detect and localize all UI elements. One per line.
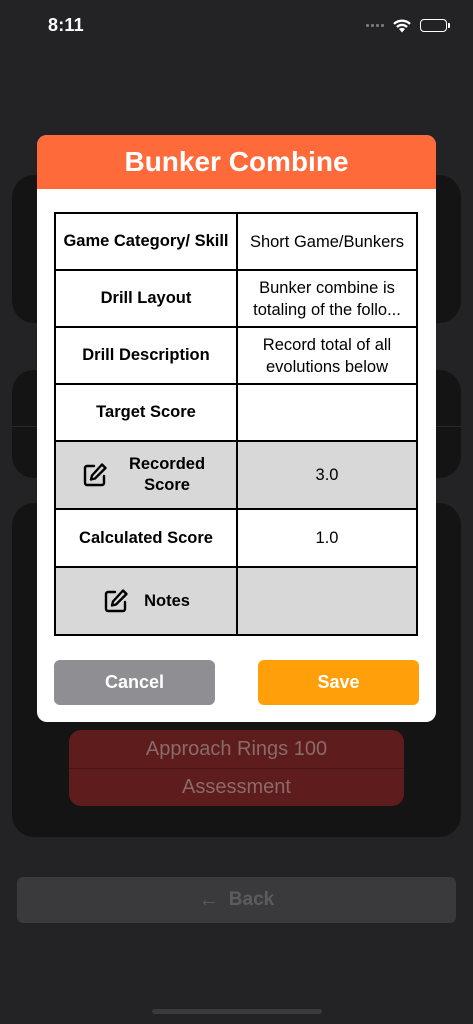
dialog-title: Bunker Combine <box>37 135 436 189</box>
cellular-signal-icon <box>366 23 384 27</box>
calculated-score-value: 1.0 <box>236 508 418 568</box>
drill-info-table: Game Category/ Skill Short Game/Bunkers … <box>54 212 418 636</box>
target-score-value <box>236 383 418 442</box>
row-label: Calculated Score <box>54 508 238 568</box>
edit-icon[interactable] <box>102 587 130 615</box>
drill-score-dialog: Bunker Combine Game Category/ Skill Shor… <box>37 135 436 722</box>
back-button: ← Back <box>17 877 456 923</box>
row-value: Bunker combine is totaling of the follo.… <box>236 269 418 328</box>
back-label: Back <box>228 889 275 910</box>
table-row: Target Score <box>54 383 418 442</box>
recorded-score-label: Recorded Score <box>128 455 206 494</box>
table-row: Drill Description Record total of all ev… <box>54 326 418 385</box>
table-row: Drill Layout Bunker combine is totaling … <box>54 269 418 328</box>
row-label: Target Score <box>54 383 238 442</box>
home-indicator <box>152 1009 322 1014</box>
row-label: Drill Description <box>54 326 238 385</box>
wifi-icon <box>393 18 411 32</box>
notes-row[interactable]: Notes <box>54 566 418 636</box>
status-time: 8:11 <box>48 14 84 35</box>
recorded-score-row[interactable]: Recorded Score 3.0 <box>54 440 418 510</box>
battery-icon <box>420 18 450 32</box>
drill-layout-value: Bunker combine is totaling of the follo.… <box>253 278 401 319</box>
notes-label: Notes <box>144 591 190 610</box>
save-button[interactable]: Save <box>258 660 419 705</box>
recorded-score-value: 3.0 <box>236 440 418 510</box>
row-label: Game Category/ Skill <box>54 212 238 271</box>
notes-value <box>236 566 418 636</box>
row-label: Drill Layout <box>54 269 238 328</box>
row-value: Short Game/Bunkers <box>236 212 418 271</box>
row-label[interactable]: Recorded Score <box>54 440 238 510</box>
status-bar: 8:11 <box>0 0 473 50</box>
drill-list-item: Assessment <box>69 768 404 806</box>
drill-list-item: Approach Rings 100 <box>69 730 404 768</box>
edit-icon[interactable] <box>81 461 109 489</box>
table-row: Calculated Score 1.0 <box>54 508 418 568</box>
row-label[interactable]: Notes <box>54 566 238 636</box>
table-row: Game Category/ Skill Short Game/Bunkers <box>54 212 418 271</box>
cancel-button[interactable]: Cancel <box>54 660 215 705</box>
status-icons <box>366 18 450 33</box>
row-value: Record total of all evolutions below <box>236 326 418 385</box>
arrow-left-icon: ← <box>198 888 219 911</box>
